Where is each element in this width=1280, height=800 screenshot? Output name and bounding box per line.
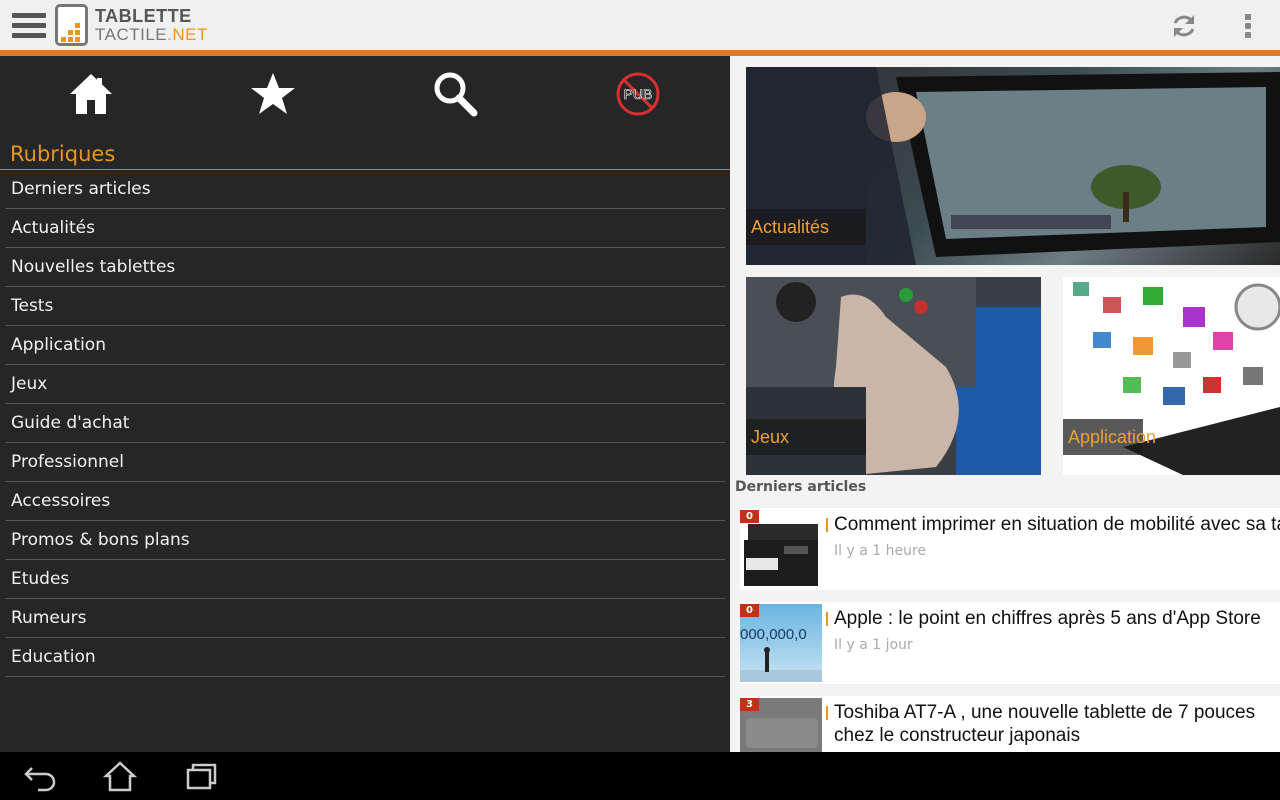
system-navigation-bar (0, 752, 1280, 800)
back-icon[interactable] (20, 760, 60, 792)
article-title: Comment imprimer en situation de mobilit… (834, 514, 1280, 535)
menu-item-tests[interactable]: Tests (5, 287, 725, 326)
logo-subtitle-main: TACTILE (95, 25, 168, 44)
no-ads-label: PUB (624, 86, 653, 102)
home-icon[interactable] (67, 70, 115, 118)
article-title: Toshiba AT7-A , une nouvelle tablette de… (834, 702, 1256, 746)
rubriques-heading: Rubriques (10, 142, 116, 166)
home-icon[interactable] (100, 760, 140, 792)
title-accent-bar (826, 518, 828, 532)
article-card[interactable]: 0 000,000,0 Apple : le point en chiffres… (740, 602, 1280, 684)
drawer-quick-actions: PUB (0, 56, 730, 136)
main-content: Actualités Jeux Application Derniers art… (730, 56, 1280, 752)
logo-subtitle: TACTILE.NET (95, 25, 208, 45)
article-time: Il y a 1 heure (834, 543, 927, 559)
comment-count-badge: 3 (740, 698, 759, 711)
no-ads-icon[interactable]: PUB (614, 70, 662, 118)
logo-subtitle-accent: .NET (167, 25, 208, 44)
article-title: Apple : le point en chiffres après 5 ans… (834, 608, 1261, 629)
tile-label-jeux: Jeux (746, 419, 866, 455)
action-bar: TABLETTE TACTILE.NET (0, 0, 1280, 50)
article-thumbnail: 0 (740, 510, 822, 588)
comment-count-badge: 0 (740, 604, 759, 617)
menu-item-accessoires[interactable]: Accessoires (5, 482, 725, 521)
menu-item-etudes[interactable]: Etudes (5, 560, 725, 599)
recent-apps-icon[interactable] (180, 760, 220, 792)
tile-application[interactable]: Application (1063, 277, 1280, 475)
logo-tablet-icon (55, 4, 88, 46)
article-card[interactable]: 3 Toshiba AT7-A , une nouvelle tablette … (740, 696, 1280, 752)
tile-label-application: Application (1063, 419, 1156, 455)
menu-item-guide-achat[interactable]: Guide d'achat (5, 404, 725, 443)
latest-articles-heading: Derniers articles (735, 479, 867, 495)
rubriques-list: Derniers articles Actualités Nouvelles t… (5, 170, 725, 677)
menu-item-nouvelles-tablettes[interactable]: Nouvelles tablettes (5, 248, 725, 287)
menu-item-professionnel[interactable]: Professionnel (5, 443, 725, 482)
article-time: Il y a 1 jour (834, 637, 913, 653)
menu-item-promos[interactable]: Promos & bons plans (5, 521, 725, 560)
overflow-menu-icon[interactable] (1240, 14, 1256, 40)
menu-icon[interactable] (12, 13, 46, 41)
search-icon[interactable] (431, 70, 479, 118)
menu-item-application[interactable]: Application (5, 326, 725, 365)
title-accent-bar (826, 706, 828, 720)
menu-item-actualites[interactable]: Actualités (5, 209, 725, 248)
star-icon[interactable] (249, 70, 297, 118)
menu-item-jeux[interactable]: Jeux (5, 365, 725, 404)
menu-item-rumeurs[interactable]: Rumeurs (5, 599, 725, 638)
article-card[interactable]: 0 Comment imprimer en situation de mobil… (740, 508, 1280, 590)
tile-jeux[interactable]: Jeux (746, 277, 1041, 475)
article-thumbnail: 0 000,000,0 (740, 604, 822, 682)
title-accent-bar (826, 612, 828, 626)
refresh-icon[interactable] (1170, 12, 1198, 40)
comment-count-badge: 0 (740, 510, 759, 523)
tile-actualites[interactable]: Actualités (746, 67, 1280, 265)
tile-label-actualites: Actualités (746, 209, 866, 245)
article-thumbnail: 3 (740, 698, 822, 752)
menu-item-derniers-articles[interactable]: Derniers articles (5, 170, 725, 209)
logo-title: TABLETTE (95, 6, 192, 26)
menu-item-education[interactable]: Education (5, 638, 725, 677)
navigation-drawer: PUB Rubriques Derniers articles Actualit… (0, 56, 730, 752)
